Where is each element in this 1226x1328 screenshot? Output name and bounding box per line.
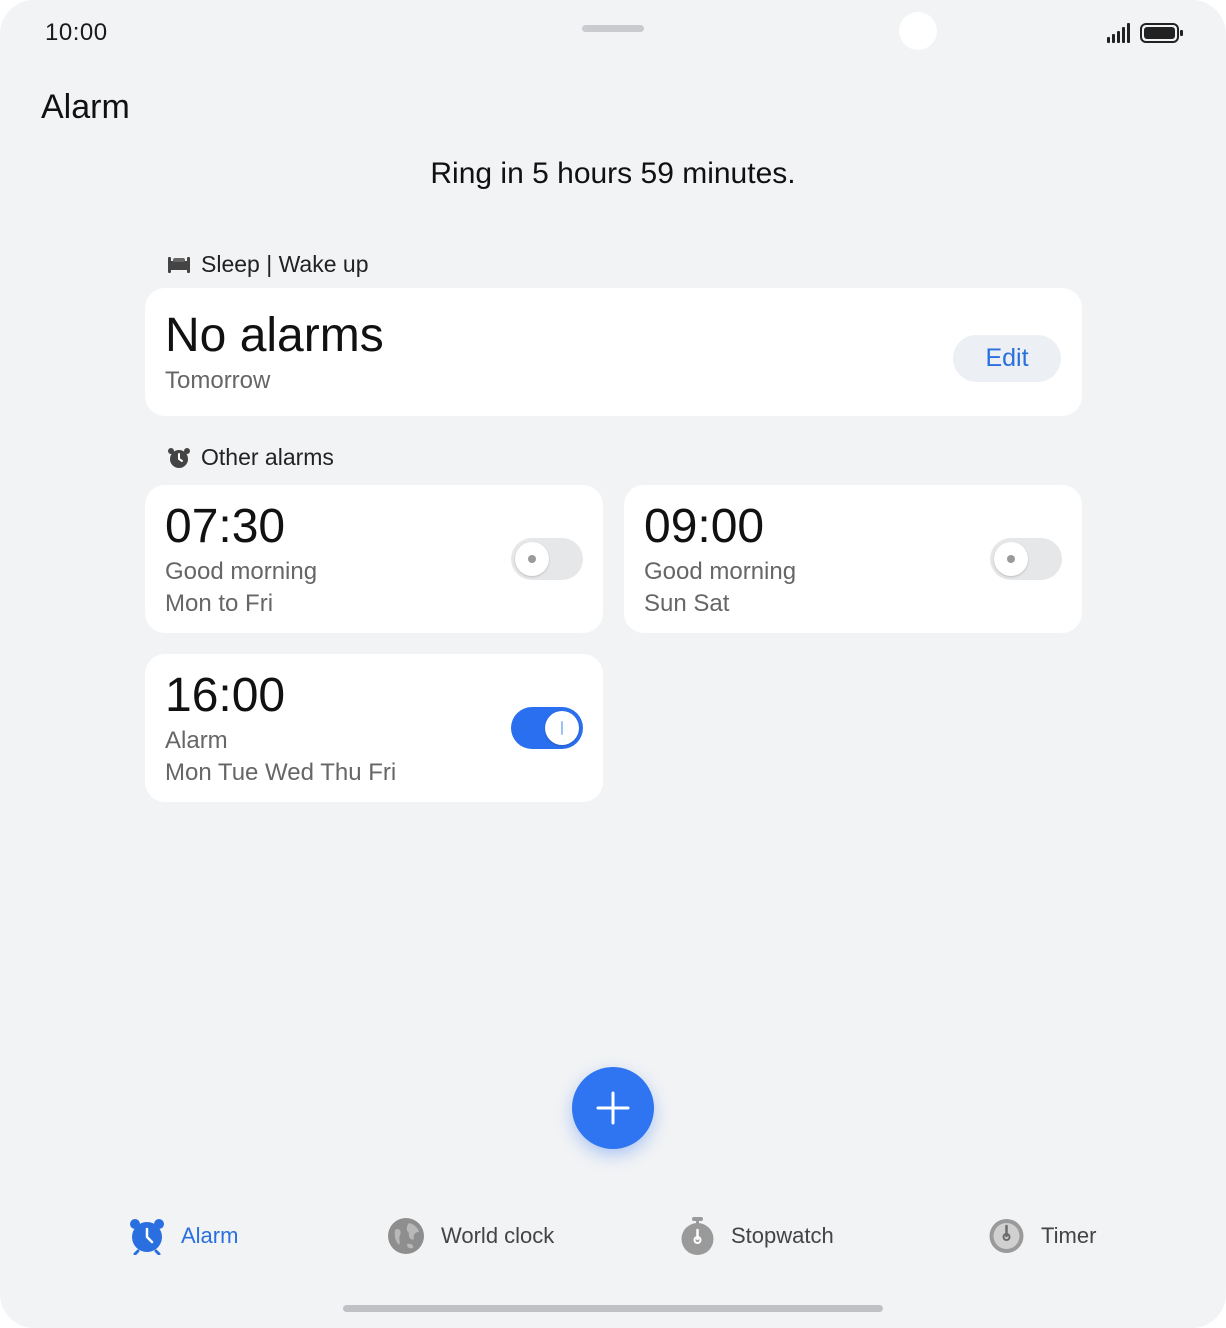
other-alarms-text: Other alarms [201, 444, 334, 470]
tab-alarm[interactable]: Alarm [129, 1215, 238, 1257]
edit-button[interactable]: Edit [953, 335, 1061, 382]
tab-label: Timer [1041, 1223, 1097, 1248]
signal-icon [1107, 23, 1130, 43]
other-alarms-label: Other alarms [167, 444, 334, 471]
sleep-section-label: Sleep | Wake up [167, 251, 369, 278]
status-time: 10:00 [45, 19, 108, 46]
alarm-toggle[interactable] [990, 538, 1062, 580]
phone-screen: 10:00 Alarm Ring in 5 hours 59 minutes. … [0, 0, 1226, 1328]
sleep-section-text: Sleep | Wake up [201, 251, 369, 277]
notch-pill [582, 25, 644, 32]
home-indicator[interactable] [343, 1305, 883, 1312]
alarm-name: Good morning [644, 558, 797, 585]
alarm-clock-icon [168, 447, 190, 468]
alarm-toggle[interactable] [511, 538, 583, 580]
alarm-card[interactable]: 16:00 Alarm Mon Tue Wed Thu Fri [145, 654, 603, 802]
tab-timer[interactable]: Timer [988, 1215, 1096, 1257]
stopwatch-icon [681, 1217, 714, 1255]
toggle-knob [515, 542, 549, 576]
tab-label: Alarm [181, 1223, 239, 1248]
camera-cutout [899, 12, 937, 50]
page-title: Alarm [41, 88, 130, 126]
sleep-card-subtitle: Tomorrow [165, 367, 271, 394]
alarm-card[interactable]: 09:00 Good morning Sun Sat [624, 485, 1082, 633]
alarm-repeat: Mon Tue Wed Thu Fri [165, 759, 397, 786]
alarm-time: 07:30 [165, 500, 286, 553]
battery-icon [1140, 23, 1183, 43]
tab-label: World clock [441, 1223, 555, 1248]
alarm-card[interactable]: 07:30 Good morning Mon to Fri [145, 485, 603, 633]
tab-stopwatch[interactable]: Stopwatch [680, 1215, 834, 1257]
tab-world-clock[interactable]: World clock [387, 1215, 554, 1257]
alarm-repeat: Mon to Fri [165, 590, 274, 617]
toggle-knob [994, 542, 1028, 576]
add-alarm-button[interactable] [572, 1067, 654, 1149]
next-ring-info: Ring in 5 hours 59 minutes. [430, 157, 796, 190]
sleep-card-title: No alarms [165, 309, 384, 362]
plus-icon [596, 1091, 630, 1125]
toggle-knob [545, 711, 579, 745]
alarm-repeat: Sun Sat [644, 590, 730, 617]
bed-icon [168, 256, 190, 273]
globe-icon [388, 1218, 424, 1254]
alarm-time: 16:00 [165, 669, 286, 722]
alarm-name: Alarm [165, 727, 228, 754]
timer-icon [989, 1219, 1024, 1253]
sleep-card[interactable]: No alarms Tomorrow Edit [145, 288, 1082, 416]
tab-label: Stopwatch [731, 1223, 834, 1248]
alarm-time: 09:00 [644, 500, 765, 553]
alarm-name: Good morning [165, 558, 318, 585]
alarm-toggle[interactable] [511, 707, 583, 749]
alarm-icon [130, 1219, 164, 1255]
